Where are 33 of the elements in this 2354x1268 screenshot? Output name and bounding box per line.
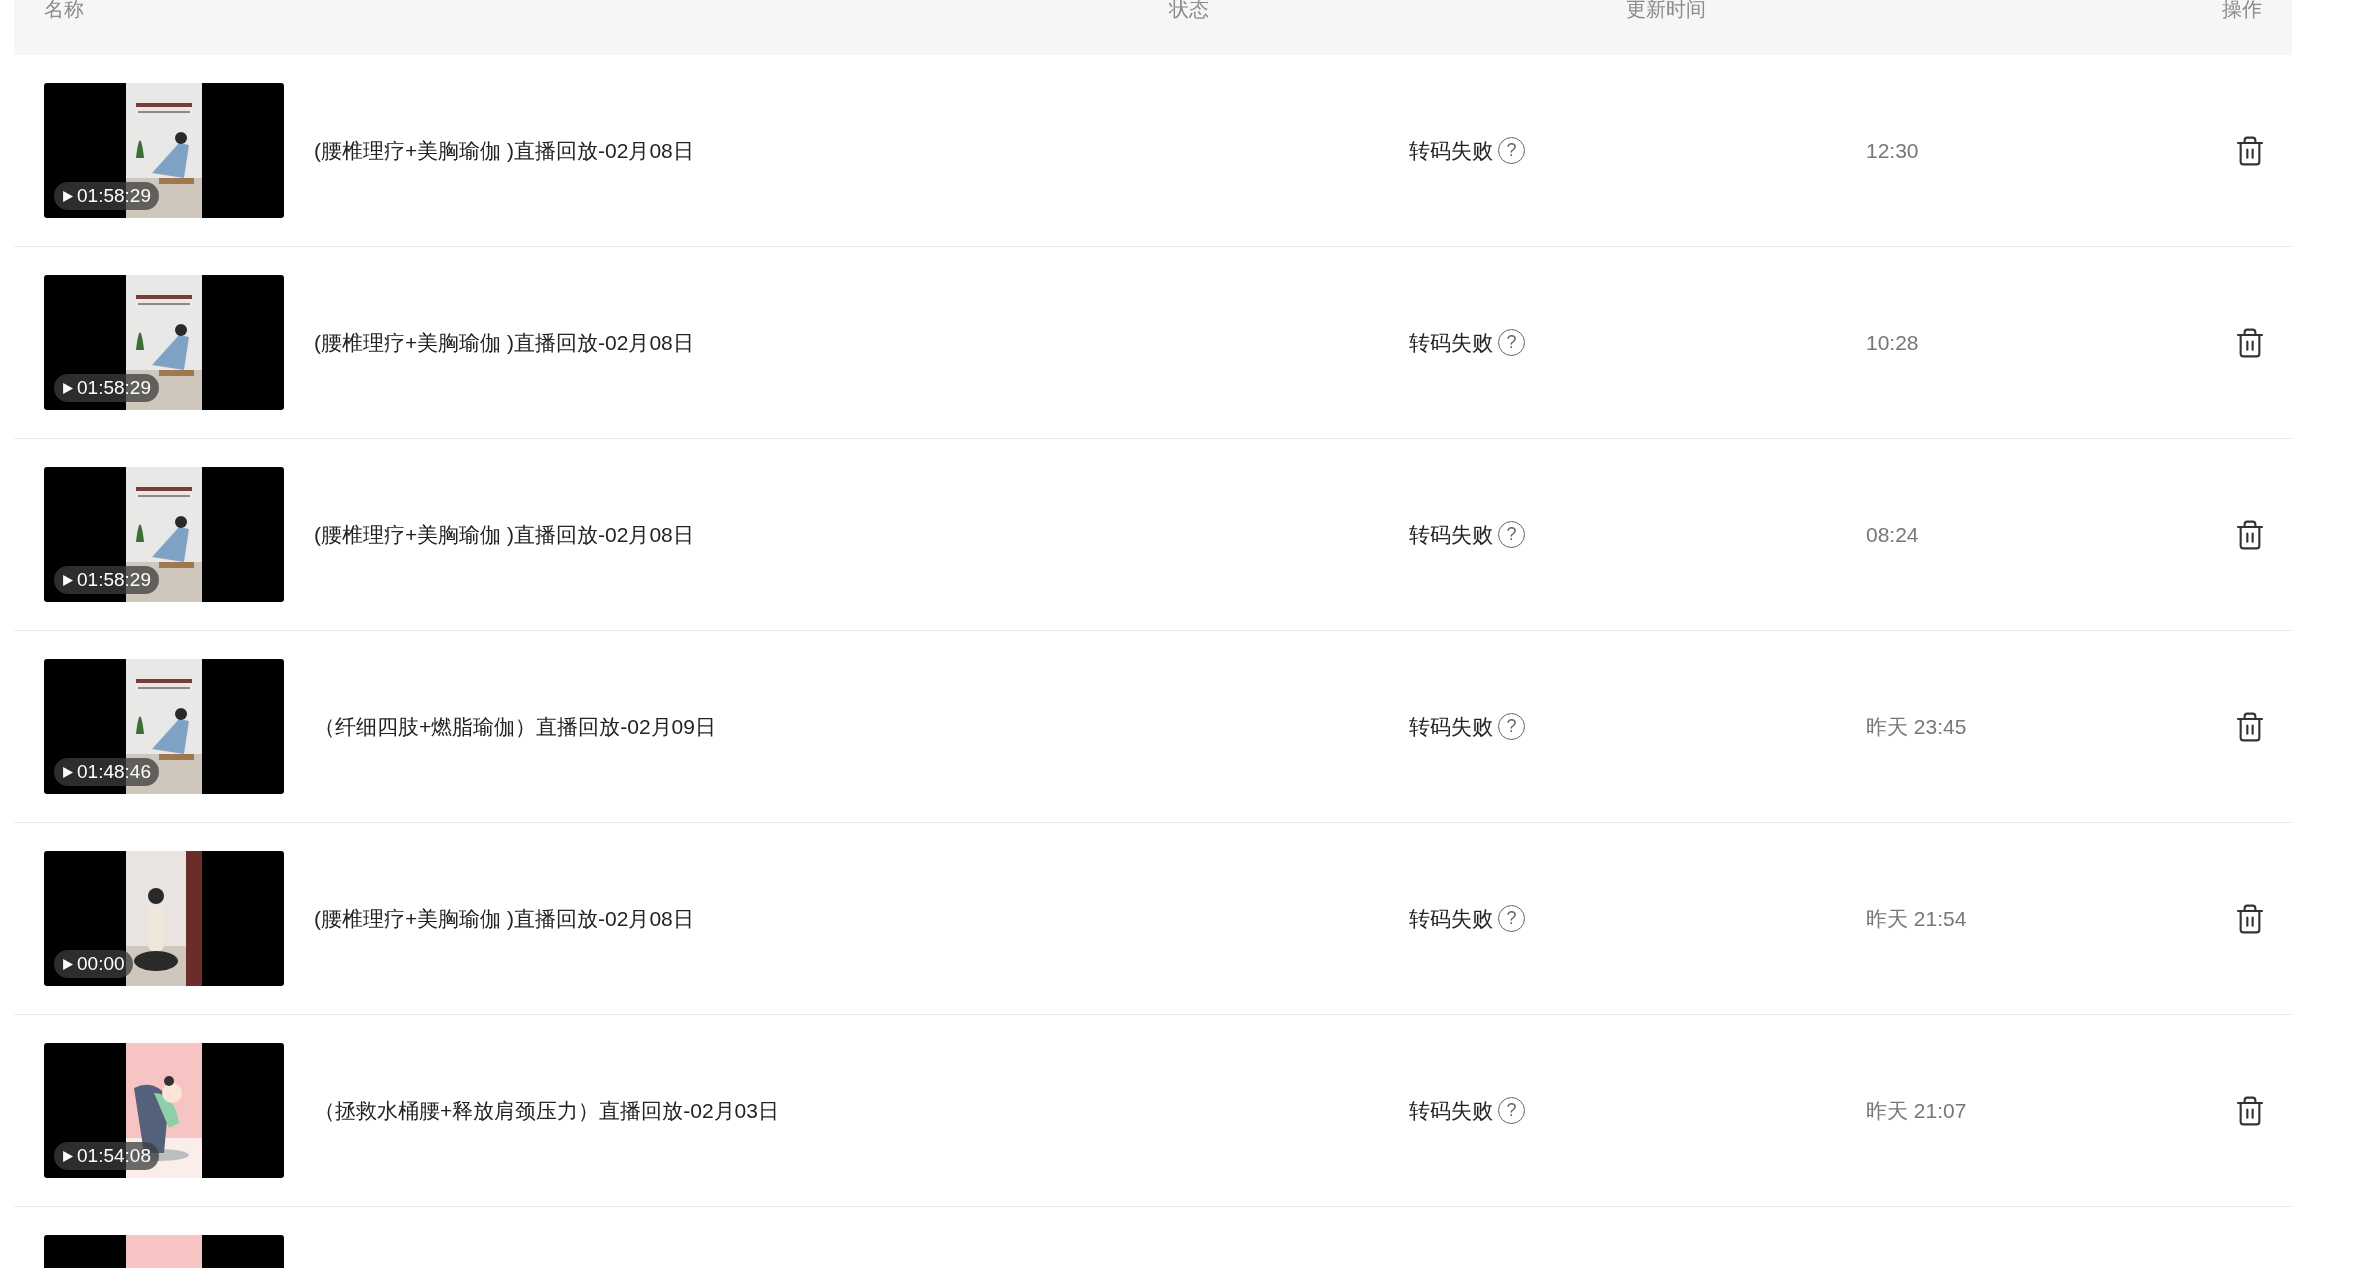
video-title: (腰椎理疗+美胸瑜伽 )直播回放-02月08日 [314,905,695,932]
duration-badge: 01:58:29 [54,566,159,594]
update-time: 昨天 21:07 [1866,1097,1967,1124]
play-icon [62,190,73,202]
update-time: 昨天 23:45 [1866,713,1967,740]
duration-badge: 01:58:29 [54,374,159,402]
status-text: 转码失败 [1409,137,1493,164]
update-time: 10:28 [1866,329,1919,356]
play-icon [62,766,73,778]
play-icon [62,1150,73,1162]
status-text: 转码失败 [1409,329,1493,356]
column-header: 状态 [1169,0,1210,19]
duration-badge: 01:48:46 [54,758,159,786]
play-icon [62,574,73,586]
play-icon [62,382,73,394]
duration-badge: 01:58:29 [54,182,159,210]
update-time: 08:24 [1866,521,1919,548]
status-text: 转码失败 [1409,713,1493,740]
video-title: （拯救水桶腰+释放肩颈压力）直播回放-02月03日 [314,1097,780,1124]
update-time: 昨天 21:54 [1866,905,1967,932]
play-icon [62,958,73,970]
duration-badge: 01:54:08 [54,1142,159,1170]
duration-badge: 00:00 [54,950,133,978]
video-title: (腰椎理疗+美胸瑜伽 )直播回放-02月08日 [314,329,695,356]
video-title: （纤细四肢+燃脂瑜伽）直播回放-02月09日 [314,713,717,740]
update-time: 12:30 [1866,137,1919,164]
status-text: 转码失败 [1409,1097,1493,1124]
video-title: (腰椎理疗+美胸瑜伽 )直播回放-02月08日 [314,521,695,548]
video-title: (腰椎理疗+美胸瑜伽 )直播回放-02月08日 [314,137,695,164]
column-header: 名称 [44,0,85,19]
status-text: 转码失败 [1409,521,1493,548]
column-header: 操作 [2222,0,2262,19]
status-text: 转码失败 [1409,905,1493,932]
